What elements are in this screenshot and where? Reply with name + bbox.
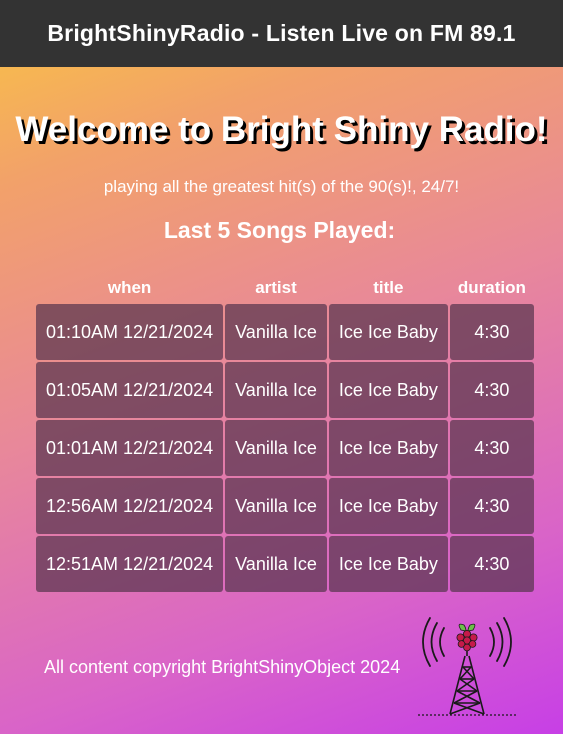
welcome-heading: Welcome to Bright Shiny Radio! — [15, 110, 548, 149]
site-title: BrightShinyRadio - Listen Live on FM 89.… — [47, 20, 516, 46]
column-header-artist: artist — [255, 278, 297, 297]
table-row: 01:10AM 12/21/2024 Vanilla Ice Ice Ice B… — [36, 304, 534, 360]
cell-artist: Vanilla Ice — [225, 304, 327, 360]
copyright-text: All content copyright BrightShinyObject … — [44, 657, 401, 677]
cell-when: 01:05AM 12/21/2024 — [36, 362, 224, 418]
cell-artist: Vanilla Ice — [225, 478, 327, 534]
cell-duration: 4:30 — [449, 304, 534, 360]
cell-title: Ice Ice Baby — [328, 478, 448, 534]
cell-artist: Vanilla Ice — [225, 362, 327, 418]
table-row: 01:01AM 12/21/2024 Vanilla Ice Ice Ice B… — [36, 420, 534, 476]
cell-duration: 4:30 — [449, 536, 534, 592]
table-row: 12:56AM 12/21/2024 Vanilla Ice Ice Ice B… — [36, 478, 534, 534]
cell-artist: Vanilla Ice — [225, 536, 327, 592]
songs-table-container: when artist title duration 01:10AM 12/21… — [34, 272, 536, 594]
table-row: 01:05AM 12/21/2024 Vanilla Ice Ice Ice B… — [36, 362, 534, 418]
cell-when: 12:56AM 12/21/2024 — [36, 478, 224, 534]
column-header-duration: duration — [457, 278, 526, 297]
cell-title: Ice Ice Baby — [328, 420, 448, 476]
cell-duration: 4:30 — [449, 478, 534, 534]
cell-when: 12:51AM 12/21/2024 — [36, 536, 224, 592]
cell-duration: 4:30 — [449, 420, 534, 476]
cell-when: 01:01AM 12/21/2024 — [36, 420, 224, 476]
table-row: 12:51AM 12/21/2024 Vanilla Ice Ice Ice B… — [36, 536, 534, 592]
site-header: BrightShinyRadio - Listen Live on FM 89.… — [0, 0, 563, 67]
cell-title: Ice Ice Baby — [328, 536, 448, 592]
cell-title: Ice Ice Baby — [328, 362, 448, 418]
songs-heading: Last 5 Songs Played: — [163, 217, 396, 243]
cell-title: Ice Ice Baby — [328, 304, 448, 360]
table-header-row: when artist title duration — [36, 274, 534, 302]
cell-when: 01:10AM 12/21/2024 — [36, 304, 224, 360]
songs-table: when artist title duration 01:10AM 12/21… — [34, 272, 536, 594]
cell-duration: 4:30 — [449, 362, 534, 418]
column-header-title: title — [373, 278, 404, 297]
cell-artist: Vanilla Ice — [225, 420, 327, 476]
raspberry-pi-radio-tower-icon — [414, 612, 520, 718]
tagline: playing all the greatest hit(s) of the 9… — [103, 177, 460, 196]
column-header-when: when — [107, 278, 152, 297]
